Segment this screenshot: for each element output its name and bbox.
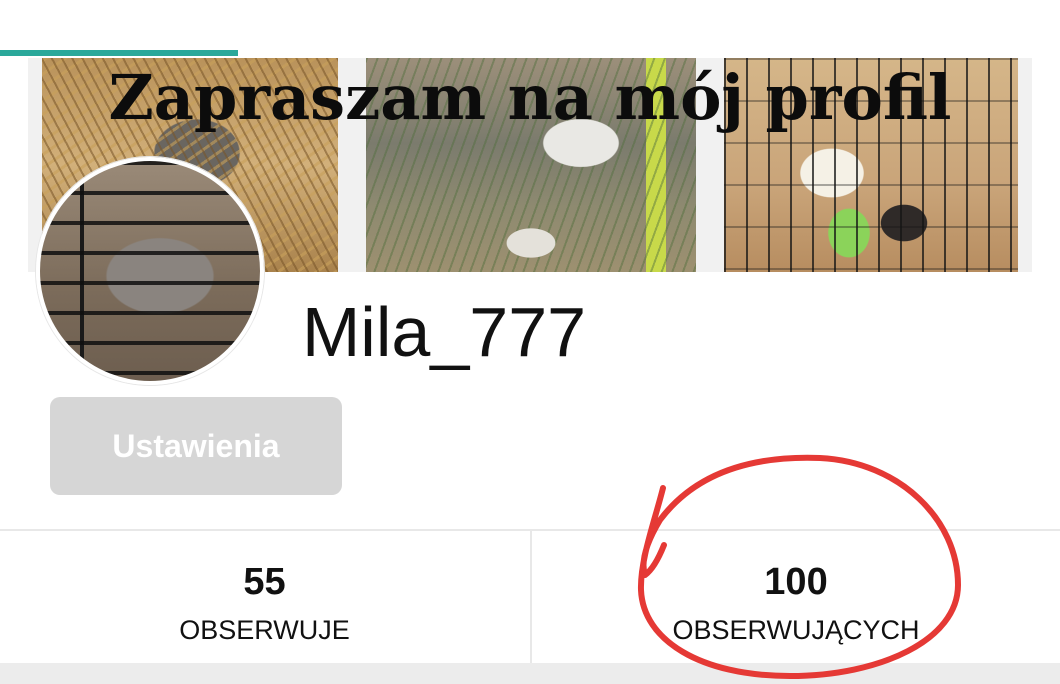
followers-label: OBSERWUJĄCYCH xyxy=(672,615,920,645)
username: Mila_777 xyxy=(302,293,587,371)
following-stat[interactable]: 55 OBSERWUJE xyxy=(0,531,529,663)
following-count: 55 xyxy=(243,561,286,603)
bottom-section-divider xyxy=(0,663,1060,684)
settings-button[interactable]: Ustawienia xyxy=(50,397,342,495)
banner-text: Zapraszam na mój profil xyxy=(108,61,952,134)
following-label: OBSERWUJE xyxy=(179,615,350,645)
followers-count: 100 xyxy=(764,561,828,603)
active-tab-indicator xyxy=(0,50,238,56)
followers-stat[interactable]: 100 OBSERWUJĄCYCH xyxy=(530,531,1060,663)
avatar[interactable] xyxy=(36,157,264,385)
profile-stats: 55 OBSERWUJE 100 OBSERWUJĄCYCH xyxy=(0,529,1060,663)
profile-page: Zapraszam na mój profil Mila_777 Ustawie… xyxy=(0,0,1060,684)
